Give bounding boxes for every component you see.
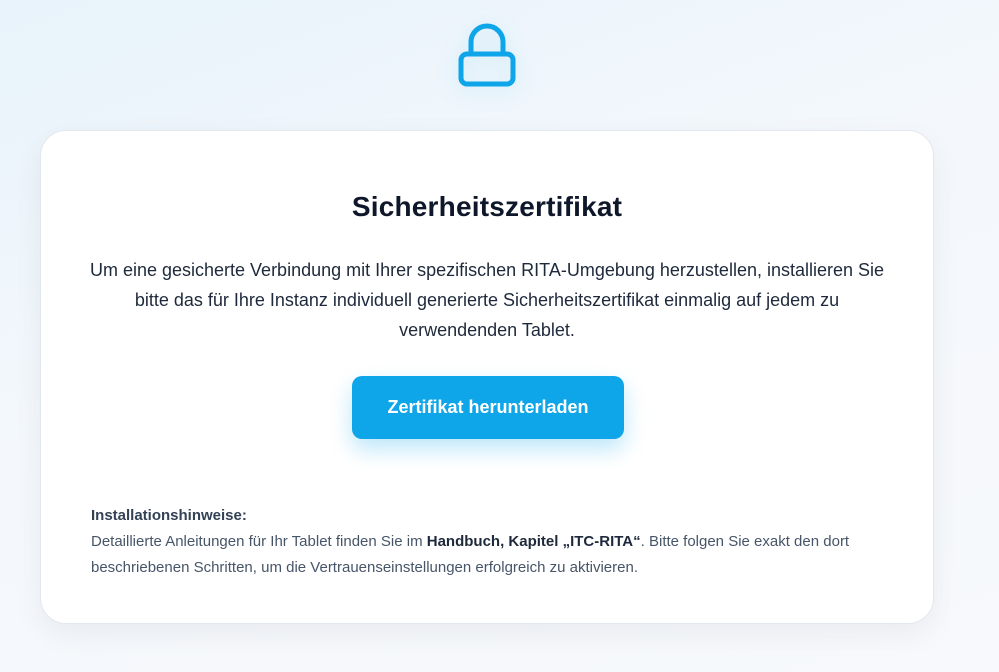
- notes-heading: Installationshinweise:: [91, 507, 247, 524]
- lock-icon: [458, 23, 516, 87]
- header-icon-area: [0, 20, 974, 92]
- notes-text-before: Detaillierte Anleitungen für Ihr Tablet …: [91, 533, 427, 550]
- installation-notes: Installationshinweise: Detaillierte Anle…: [91, 503, 873, 581]
- page-title: Sicherheitszertifikat: [351, 191, 623, 222]
- manual-reference: Handbuch, Kapitel „ITC-RITA“: [426, 533, 641, 550]
- certificate-card: Sicherheitszertifikat Um eine gesicherte…: [40, 130, 934, 624]
- download-certificate-button[interactable]: Zertifikat herunterladen: [352, 376, 624, 439]
- intro-text: Um eine gesicherte Verbindung mit Ihrer …: [89, 260, 885, 340]
